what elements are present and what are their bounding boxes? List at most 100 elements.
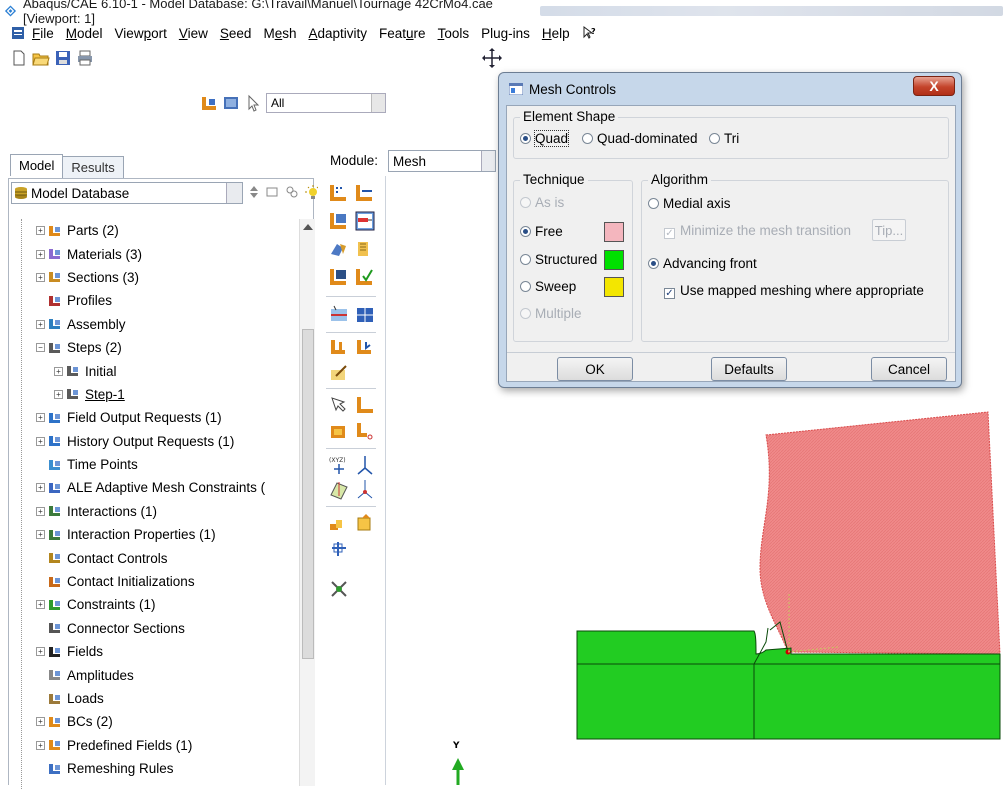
query-pick-icon[interactable] (328, 394, 350, 416)
menu-view[interactable]: View (179, 26, 208, 41)
menu-file[interactable]: File (32, 26, 54, 41)
tree-item[interactable]: Contact Controls (22, 546, 295, 569)
tree-item[interactable]: Loads (22, 687, 295, 710)
expand-icon[interactable]: + (36, 506, 45, 516)
tree-item[interactable]: + Fields (22, 640, 295, 663)
chevron-down-icon[interactable] (371, 94, 385, 112)
tree-item[interactable]: Profiles (22, 289, 295, 312)
scroll-up-icon[interactable] (302, 223, 314, 231)
chevron-down-icon[interactable] (481, 151, 495, 171)
edit-mesh-icon[interactable] (328, 362, 350, 384)
tree-item[interactable]: + History Output Requests (1) (22, 430, 295, 453)
system-menu-icon[interactable] (12, 27, 24, 39)
feature-manipulation-icon[interactable] (328, 578, 350, 600)
tree-item[interactable]: Contact Initializations (22, 570, 295, 593)
expand-icon[interactable]: + (36, 436, 45, 446)
tree-item[interactable]: + Interaction Properties (1) (22, 523, 295, 546)
context-help-icon[interactable]: ? (582, 26, 598, 40)
defaults-button[interactable]: Defaults (711, 357, 787, 381)
print-icon[interactable] (76, 49, 94, 67)
datum-point-icon[interactable] (354, 478, 376, 500)
radio-advancing-front[interactable]: Advancing front (648, 256, 757, 271)
tree-item[interactable]: + ALE Adaptive Mesh Constraints ( (22, 476, 295, 499)
tab-model[interactable]: Model (10, 154, 64, 176)
pan-icon[interactable] (480, 46, 504, 70)
collapse-icon[interactable]: − (36, 343, 45, 353)
radio-as-is[interactable]: As is (520, 195, 564, 210)
save-icon[interactable] (54, 49, 72, 67)
mesh-region-icon[interactable] (328, 266, 350, 288)
menu-model[interactable]: Model (66, 26, 103, 41)
virtual-topology-icon[interactable] (328, 336, 350, 358)
expand-icon[interactable]: + (36, 226, 45, 236)
expand-icon[interactable]: + (36, 600, 45, 610)
menu-mesh[interactable]: Mesh (263, 26, 296, 41)
tree-item[interactable]: + Step-1 (22, 383, 295, 406)
assign-element-type-icon[interactable] (328, 238, 350, 260)
radio-free[interactable]: Free (520, 224, 563, 239)
mesh-part-icon[interactable] (328, 210, 350, 232)
expand-icon[interactable]: + (36, 717, 45, 727)
tree-item[interactable]: + Initial (22, 359, 295, 382)
menu-seed[interactable]: Seed (220, 26, 252, 41)
tree-item[interactable]: Time Points (22, 453, 295, 476)
checkbox-mapped-meshing[interactable]: ✓ Use mapped meshing where appropriate (664, 283, 924, 299)
tree-item[interactable]: + Sections (3) (22, 266, 295, 289)
check-mesh-icon[interactable] (354, 266, 376, 288)
close-button[interactable]: X (913, 76, 955, 96)
display-group-icon[interactable] (222, 94, 240, 112)
tree-item[interactable]: + Predefined Fields (1) (22, 734, 295, 757)
radio-medial-axis[interactable]: Medial axis (648, 196, 731, 211)
module-combo[interactable]: Mesh (388, 150, 496, 172)
radio-selected-icon[interactable] (648, 258, 659, 269)
menu-tools[interactable]: Tools (438, 26, 470, 41)
tree-item[interactable]: + Interactions (1) (22, 500, 295, 523)
radio-tri[interactable]: Tri (709, 131, 739, 146)
tree-item[interactable]: + Field Output Requests (1) (22, 406, 295, 429)
menu-feature[interactable]: Feature (379, 26, 426, 41)
seed-edge-icon[interactable] (354, 182, 376, 204)
expand-icon[interactable]: + (54, 366, 63, 376)
radio-structured[interactable]: Structured (520, 252, 597, 267)
datum-plane-icon[interactable] (328, 478, 350, 500)
scrollbar-thumb[interactable] (302, 329, 314, 659)
tree-item[interactable]: + Parts (2) (22, 219, 295, 242)
chevron-down-icon[interactable] (226, 183, 242, 203)
cutting-tool[interactable] (759, 411, 1001, 655)
sort-updown-icon[interactable] (249, 185, 259, 199)
tree-item[interactable]: + Assembly (22, 313, 295, 336)
dialog-title-bar[interactable]: Mesh Controls (509, 79, 616, 99)
tab-results[interactable]: Results (62, 156, 124, 178)
query-icon[interactable] (328, 538, 350, 560)
expand-icon[interactable]: + (36, 413, 45, 423)
tree-scrollbar[interactable] (299, 219, 315, 786)
selection-filter-combo[interactable]: All (266, 93, 386, 113)
radio-icon[interactable] (648, 198, 659, 209)
partition-edge-icon[interactable] (354, 304, 376, 326)
expand-icon[interactable]: + (36, 483, 45, 493)
radio-icon[interactable] (709, 133, 720, 144)
radio-selected-icon[interactable] (520, 226, 531, 237)
tree-item[interactable]: Remeshing Rules (22, 757, 295, 780)
radio-icon[interactable] (582, 133, 593, 144)
radio-quad-dominated[interactable]: Quad-dominated (582, 131, 698, 146)
verify-mesh-icon[interactable] (354, 238, 376, 260)
partition-face-icon[interactable] (328, 304, 350, 326)
assembly-tool-icon[interactable] (328, 512, 350, 534)
radio-quad[interactable]: Quad (520, 130, 570, 147)
menu-viewport[interactable]: Viewport (115, 26, 167, 41)
tip-button[interactable]: Tip... (872, 219, 906, 241)
tree-item[interactable]: − Steps (2) (22, 336, 295, 359)
filter-icon[interactable] (265, 185, 279, 199)
part-instance-icon[interactable] (200, 94, 218, 112)
tree-item[interactable]: + Materials (3) (22, 242, 295, 265)
expand-icon[interactable]: + (54, 389, 63, 399)
mesh-controls-icon[interactable] (354, 210, 376, 232)
menu-help[interactable]: Help (542, 26, 570, 41)
expand-icon[interactable]: + (36, 319, 45, 329)
expand-icon[interactable]: + (36, 740, 45, 750)
merge-virtual-icon[interactable] (354, 336, 376, 358)
seed-part-icon[interactable] (328, 182, 350, 204)
radio-selected-icon[interactable] (520, 133, 531, 144)
element-scissors-icon[interactable] (354, 420, 376, 442)
